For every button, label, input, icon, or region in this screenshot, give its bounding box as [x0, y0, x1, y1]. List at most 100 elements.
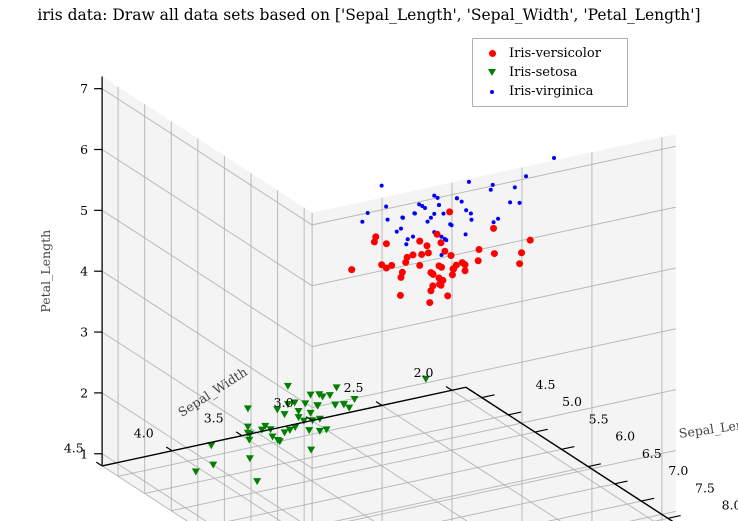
data-point-marker: [446, 208, 454, 216]
tick-label: 3: [80, 325, 88, 340]
tick-label: 5: [80, 203, 88, 218]
legend-entry-iris-virginica[interactable]: Iris-virginica: [479, 82, 621, 101]
tick-label: 3.5: [204, 410, 224, 425]
legend-marker-icon: [479, 69, 505, 76]
data-point-marker: [432, 211, 437, 216]
data-point-marker: [398, 268, 406, 276]
data-point-marker: [437, 239, 445, 247]
data-point-marker: [468, 211, 473, 216]
tick-label: 2.5: [344, 380, 364, 395]
data-point-marker: [435, 262, 443, 270]
tick-label: 6: [80, 142, 88, 157]
tick-label: 7.5: [695, 480, 715, 495]
tick-label: 4: [80, 264, 88, 279]
axis-pane: [312, 134, 676, 521]
data-point-marker: [348, 266, 356, 274]
legend-marker-icon: [479, 50, 505, 57]
data-point-marker: [416, 237, 424, 245]
data-point-marker: [474, 257, 482, 265]
data-point-marker: [417, 202, 422, 207]
data-point-marker: [461, 267, 469, 275]
data-point-marker: [441, 247, 449, 255]
data-point-marker: [425, 219, 430, 224]
data-point-marker: [449, 223, 454, 228]
data-point-marker: [463, 232, 468, 237]
figure-canvas: iris data: Draw all data sets based on […: [0, 0, 738, 521]
legend-box[interactable]: Iris-versicolor Iris-setosa Iris-virginica: [472, 38, 628, 107]
data-point-marker: [428, 215, 433, 220]
data-point-marker: [464, 208, 469, 213]
data-point-marker: [552, 156, 557, 160]
legend-label: Iris-setosa: [509, 65, 578, 80]
data-point-marker: [384, 204, 389, 209]
data-point-marker: [447, 252, 455, 260]
tick-label: 1: [80, 446, 88, 461]
data-point-marker: [526, 236, 534, 244]
tick-label: 6.0: [615, 429, 635, 444]
legend-entry-iris-versicolor[interactable]: Iris-versicolor: [479, 44, 621, 63]
data-point-marker: [398, 226, 403, 231]
data-point-marker: [426, 299, 434, 307]
data-point-marker: [448, 271, 456, 279]
data-point-marker: [512, 185, 517, 190]
data-point-marker: [435, 195, 440, 200]
data-point-marker: [437, 281, 445, 289]
data-point-marker: [517, 200, 522, 205]
data-point-marker: [444, 292, 452, 300]
tick-label: 3.0: [274, 395, 294, 410]
data-point-marker: [404, 242, 409, 247]
data-point-marker: [475, 245, 483, 253]
data-point-marker: [491, 220, 496, 225]
data-point-marker: [418, 250, 426, 258]
data-point-marker: [396, 291, 404, 299]
data-point-marker: [382, 240, 390, 248]
data-point-marker: [469, 217, 474, 222]
legend-marker-icon: [479, 89, 505, 94]
tick-label: 8.0: [722, 498, 738, 513]
data-point-marker: [365, 211, 370, 216]
data-point-marker: [403, 253, 411, 261]
data-point-marker: [452, 261, 460, 269]
tick-label: 2.0: [414, 365, 434, 380]
data-point-marker: [524, 174, 529, 179]
data-point-marker: [490, 224, 498, 232]
tick-label: 7.0: [668, 463, 688, 478]
legend-entry-iris-setosa[interactable]: Iris-setosa: [479, 63, 621, 82]
data-point-marker: [394, 229, 399, 234]
data-point-marker: [435, 274, 443, 282]
data-point-marker: [427, 287, 435, 295]
data-point-marker: [432, 193, 437, 198]
data-point-marker: [423, 242, 431, 250]
data-point-marker: [490, 182, 495, 187]
data-point-marker: [410, 234, 415, 239]
data-point-marker: [360, 219, 365, 224]
data-point-marker: [496, 216, 501, 221]
tick-label: 4.0: [134, 425, 154, 440]
tick-label: 2: [80, 385, 88, 400]
legend-label: Iris-versicolor: [509, 46, 601, 61]
tick-label: 4.5: [536, 377, 556, 392]
tick-label: 6.5: [642, 446, 662, 461]
data-point-marker: [444, 238, 449, 243]
data-point-marker: [441, 211, 446, 216]
axis-line: [95, 461, 103, 467]
data-point-marker: [461, 261, 469, 269]
data-point-marker: [400, 215, 405, 220]
tick-label: 5.5: [589, 411, 609, 426]
data-point-marker: [488, 187, 493, 192]
data-point-marker: [454, 196, 459, 201]
data-point-marker: [423, 206, 428, 211]
data-point-marker: [466, 179, 471, 184]
tick-label: 7: [80, 81, 88, 96]
data-point-marker: [372, 233, 380, 241]
tick-label: 5.0: [562, 394, 582, 409]
data-point-marker: [405, 237, 410, 242]
data-point-marker: [516, 260, 524, 268]
data-point-marker: [416, 261, 424, 269]
data-point-marker: [490, 250, 498, 258]
data-point-marker: [437, 203, 442, 207]
data-point-marker: [459, 199, 464, 204]
data-point-marker: [433, 230, 441, 238]
legend-label: Iris-virginica: [509, 84, 594, 99]
data-point-marker: [379, 183, 384, 188]
